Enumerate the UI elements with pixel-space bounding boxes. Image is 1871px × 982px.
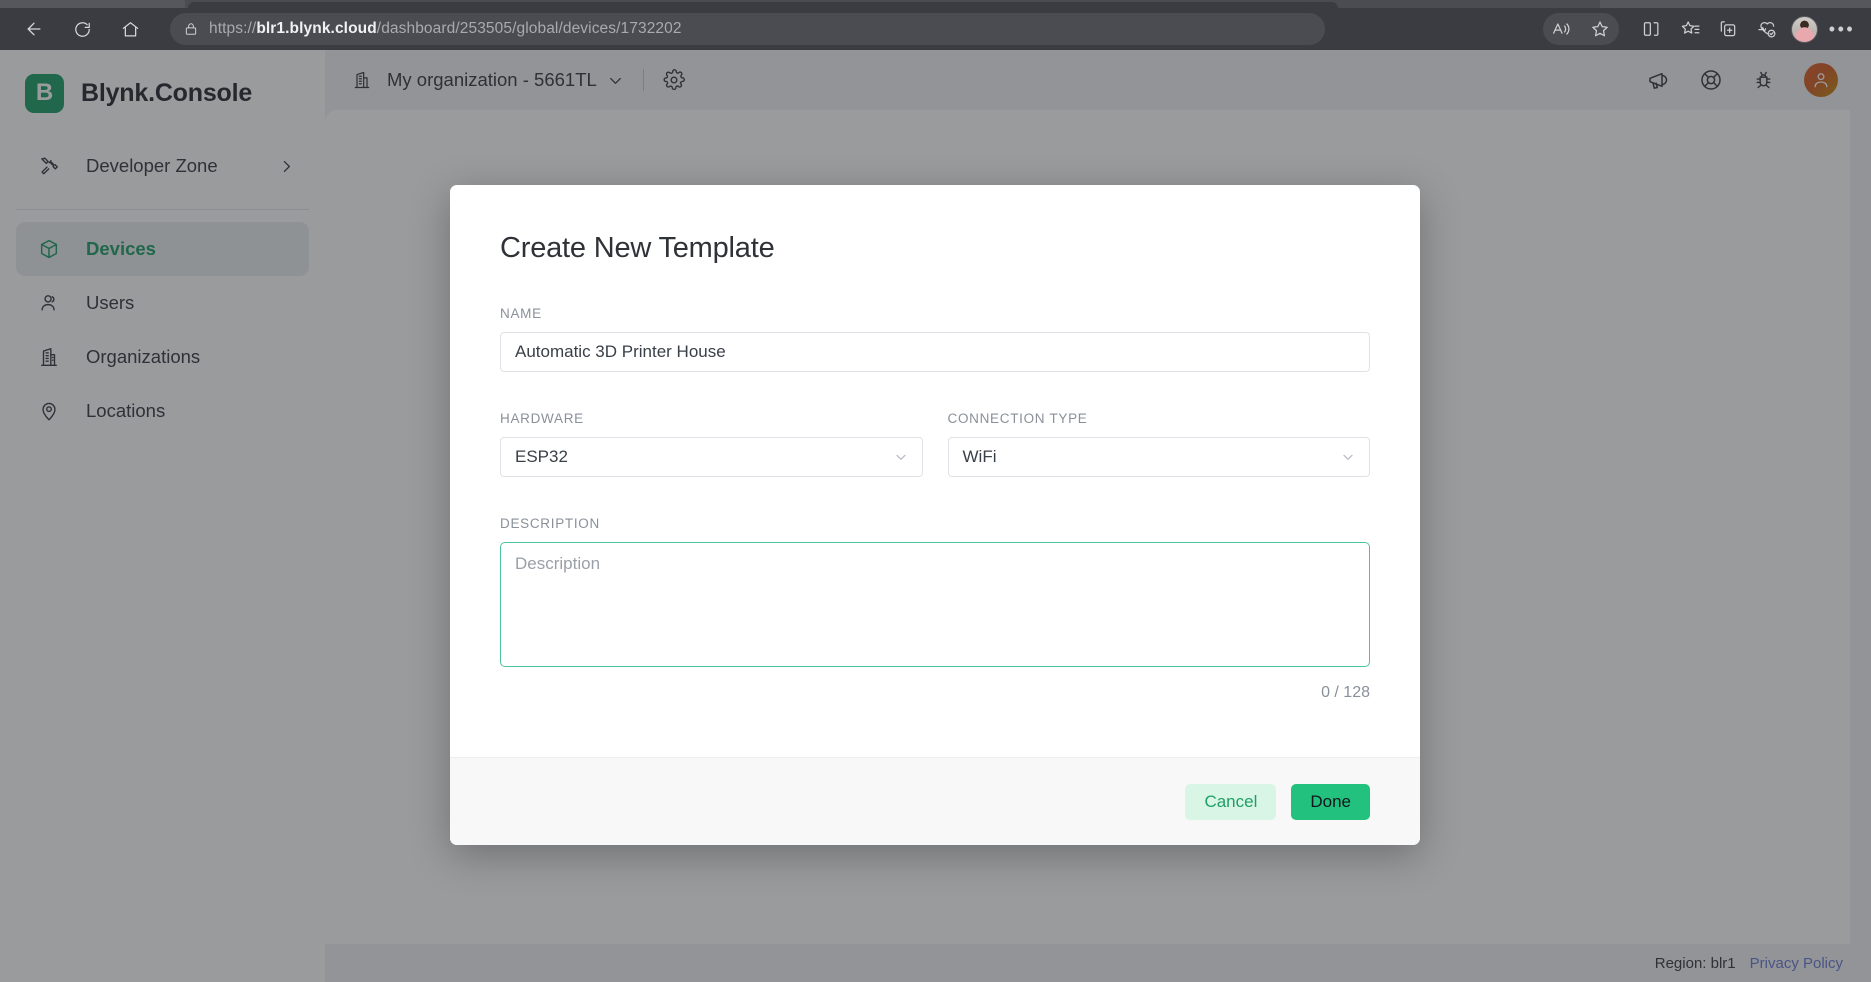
omnibox-actions-group [1543,13,1619,45]
description-textarea[interactable] [500,542,1370,667]
connection-field-group: CONNECTION TYPE WiFi [947,411,1370,477]
connection-type-select[interactable]: WiFi [947,437,1370,477]
profile-avatar[interactable] [1785,13,1823,45]
screen-root: https://blr1.blynk.cloud/dashboard/25350… [0,0,1871,982]
chevron-down-icon [893,449,909,465]
browser-toolbar: https://blr1.blynk.cloud/dashboard/25350… [0,8,1871,50]
done-button[interactable]: Done [1291,783,1370,820]
url-host: blr1.blynk.cloud [256,20,377,37]
hardware-field-label: HARDWARE [500,411,584,426]
url-path: /dashboard/253505/global/devices/1732202 [376,20,682,37]
hardware-field-group: HARDWARE ESP32 [500,411,923,477]
connection-select-value: WiFi [962,447,997,466]
lock-icon [184,21,198,37]
description-field-group: DESCRIPTION 0 / 128 [500,516,1370,702]
name-field-group: NAME [500,306,1370,372]
create-template-dialog: Create New Template NAME HARDWARE ESP32 [450,185,1420,845]
description-field-label: DESCRIPTION [500,516,600,531]
home-icon[interactable] [112,13,148,45]
chevron-down-icon [1340,449,1356,465]
split-screen-icon[interactable] [1633,13,1671,45]
collections-add-icon[interactable] [1709,13,1747,45]
dialog-title: Create New Template [500,232,775,264]
connection-field-label: CONNECTION TYPE [947,411,1088,426]
dialog-footer: Cancel Done [450,757,1420,845]
url-scheme: https:// [209,20,257,37]
favorite-star-icon[interactable] [1581,13,1619,45]
cancel-button[interactable]: Cancel [1185,783,1277,820]
dialog-body: Create New Template NAME HARDWARE ESP32 [450,185,1420,757]
hardware-connection-row: HARDWARE ESP32 CONNECTION TYPE WiFi [500,411,1370,477]
browser-essentials-icon[interactable] [1747,13,1785,45]
reload-icon[interactable] [64,13,100,45]
address-bar-url: https://blr1.blynk.cloud/dashboard/25350… [209,20,682,38]
tab-strip-right [1600,0,1871,8]
back-arrow-icon[interactable] [16,13,52,45]
more-dots: ••• [1828,19,1856,39]
profile-avatar-photo [1790,15,1818,43]
read-aloud-icon[interactable] [1543,13,1581,45]
address-bar[interactable]: https://blr1.blynk.cloud/dashboard/25350… [170,13,1325,45]
browser-tab-strip [0,0,1871,8]
settings-more-icon[interactable]: ••• [1823,13,1861,45]
tab-strip-left [0,0,185,8]
hardware-select[interactable]: ESP32 [500,437,923,477]
name-field-label: NAME [500,306,542,321]
description-char-counter: 0 / 128 [1321,684,1370,701]
hardware-select-value: ESP32 [515,447,568,466]
favorites-list-icon[interactable] [1671,13,1709,45]
browser-toolbar-actions: ••• [1543,13,1871,45]
name-input[interactable] [500,332,1370,372]
